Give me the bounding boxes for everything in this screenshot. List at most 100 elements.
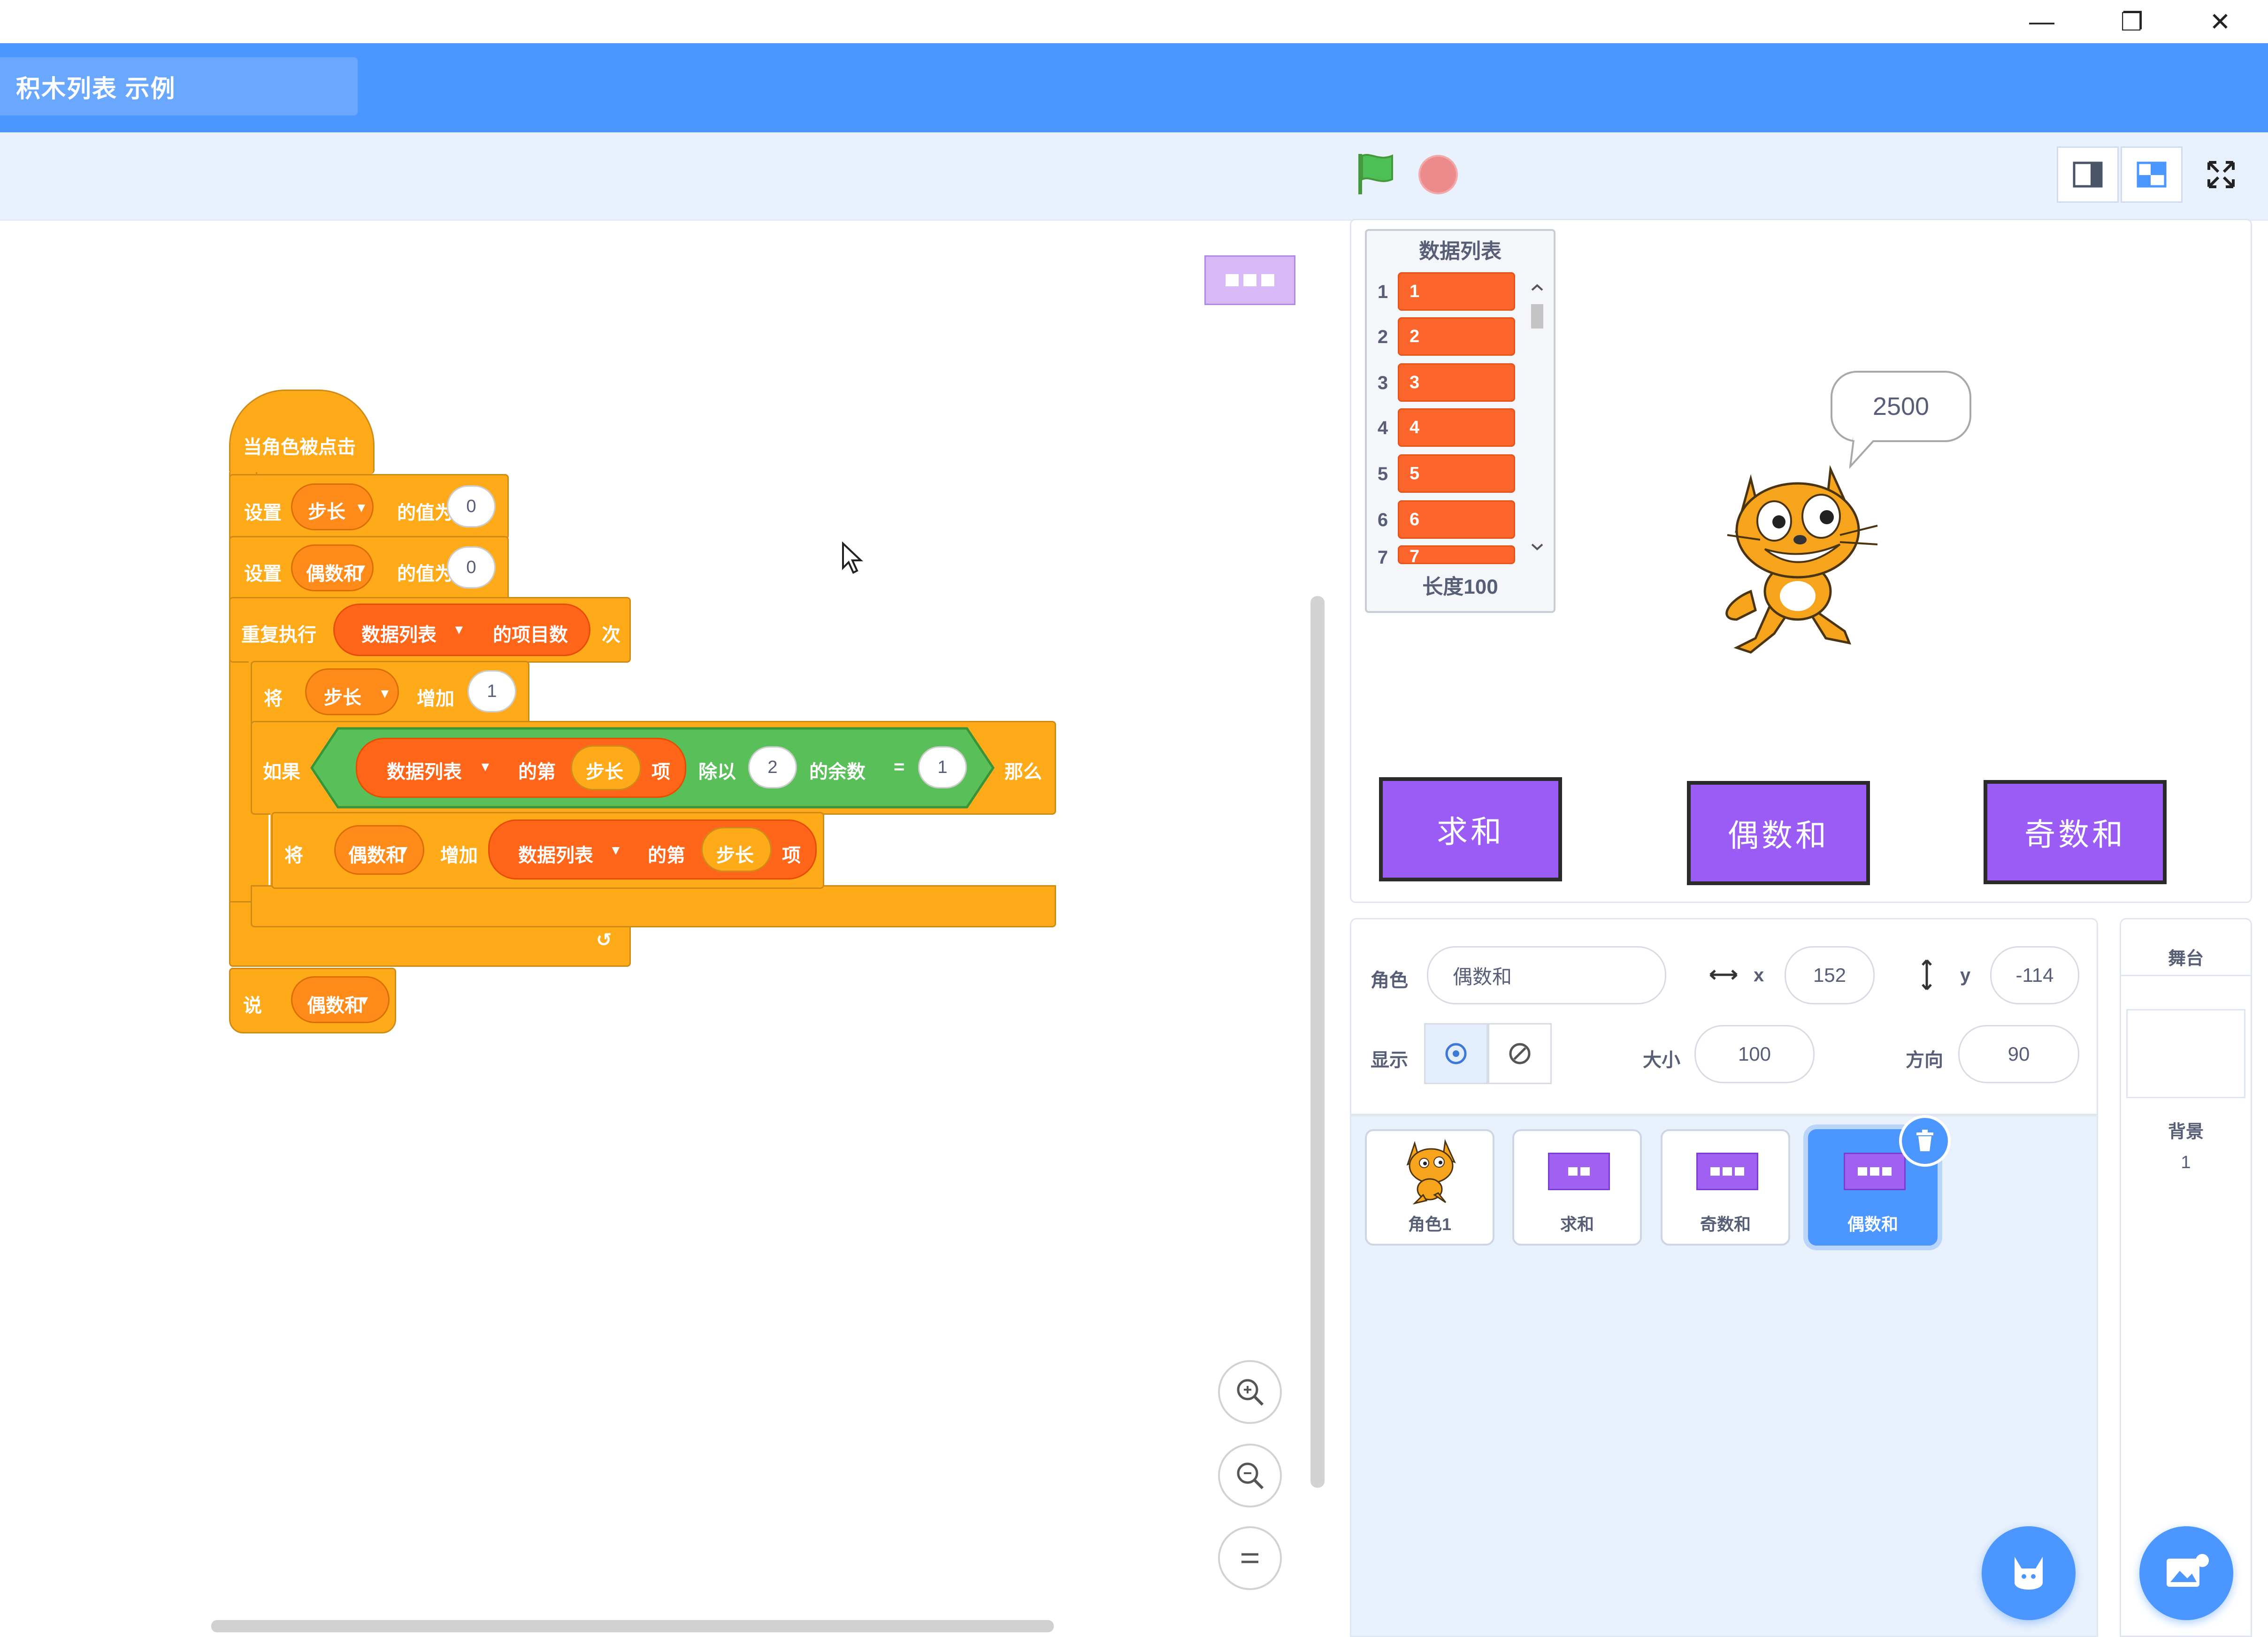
direction-input[interactable]: 90 [1958,1025,2079,1083]
zoom-in-button[interactable] [1218,1360,1282,1424]
change-step-label: 将 [264,688,283,709]
list-item[interactable]: 3 [1398,363,1515,402]
inc-list-name: 数据列表 [518,845,593,866]
if-item-end: 项 [651,762,670,782]
fullscreen-button[interactable] [2190,146,2252,203]
speech-bubble: 2500 [1831,371,1971,442]
list-item[interactable]: 2 [1398,317,1515,356]
cat-icon [1406,1139,1456,1204]
say-var-name: 偶数和 [307,995,363,1016]
inc-item-label: 的第 [648,845,685,866]
sprite-card-1[interactable]: 角色1 [1365,1129,1494,1246]
set-evensum-label: 设置 [244,564,282,584]
sprite-name-input[interactable]: 偶数和 [1427,946,1666,1004]
even-sum-button[interactable]: 偶数和 [1687,781,1870,885]
y-input[interactable]: -114 [1990,946,2079,1004]
if-item-label: 的第 [518,762,556,782]
y-label: y [1960,965,1971,986]
sprite-card-name: 奇数和 [1700,1215,1751,1234]
repeat-label: 重复执行 [241,625,316,645]
x-arrows-icon [1709,970,1738,980]
large-stage-button[interactable] [2121,146,2183,203]
zoom-reset-button[interactable] [1218,1526,1282,1590]
zoom-out-button[interactable] [1218,1444,1282,1507]
loop-arrow-icon: ↺ [596,930,612,950]
set-step-var-name: 步长 [308,502,345,522]
set-evensum-to-label: 的值为 [397,564,453,584]
zoom-in-icon [1237,1379,1264,1406]
set-step-label: 设置 [244,503,282,523]
if-step-var-name: 步长 [586,762,623,782]
change-evensum-var-name: 偶数和 [348,845,405,866]
cat-sprite-icon[interactable] [1709,460,1896,657]
odd-sum-button[interactable]: 奇数和 [1984,780,2167,884]
x-input[interactable]: 152 [1785,946,1875,1004]
minimize-button[interactable]: — [2023,5,2061,38]
delete-sprite-button[interactable] [1899,1115,1951,1167]
mod-value-input[interactable]: 2 [748,746,797,788]
sum-button[interactable]: 求和 [1379,777,1562,881]
code-horizontal-scrollbar[interactable] [211,1620,1054,1632]
code-area[interactable] [0,221,1328,1637]
list-item[interactable]: 1 [1398,272,1515,311]
sprite-card-3[interactable]: 奇数和 [1661,1129,1790,1246]
mod-label: 除以 [698,762,736,782]
repeat-list-name: 数据列表 [361,625,437,645]
show-sprite-toggle[interactable] [1424,1023,1488,1084]
repeat-list-suffix: 的项目数 [493,625,568,645]
say-label: 说 [243,995,262,1016]
close-window-button[interactable]: ✕ [2201,5,2239,38]
maximize-icon: ❐ [2120,8,2144,36]
hat-block-label: 当角色被点击 [243,437,356,458]
set-step-to-label: 的值为 [397,503,453,523]
project-title[interactable]: 积木列表 示例 [0,57,358,115]
fullscreen-icon [2207,161,2235,188]
large-stage-icon [2137,161,2167,188]
if-label: 如果 [263,762,300,782]
choose-backdrop-button[interactable] [2139,1526,2233,1620]
hide-sprite-toggle[interactable] [1488,1023,1552,1084]
choose-sprite-button[interactable] [1982,1526,2076,1620]
list-length-label: 长度100 [1422,575,1498,598]
small-stage-button[interactable] [2057,146,2119,203]
list-index: 6 [1377,510,1388,530]
size-input[interactable]: 100 [1694,1025,1815,1083]
eye-hidden-icon [1509,1043,1531,1064]
list-index: 7 [1377,549,1388,566]
window-titlebar [0,0,2268,43]
if-block-footer [251,885,1056,927]
inc-item-end: 项 [782,845,801,866]
equals-icon [1241,1553,1258,1563]
list-item[interactable]: 6 [1398,500,1515,539]
list-scrollbar[interactable] [1526,282,1548,554]
stage-thumbnail[interactable] [2126,1009,2245,1098]
set-evensum-value-input[interactable]: 0 [447,546,496,589]
direction-label: 方向 [1906,1050,1943,1071]
sprite-card-name: 求和 [1560,1215,1594,1234]
stop-button[interactable] [1418,155,1458,194]
button-sprite-icon [1696,1153,1758,1190]
chevron-down-icon: ▼ [358,993,371,1008]
list-monitor-title: 数据列表 [1419,240,1502,263]
if-list-name: 数据列表 [387,762,462,782]
list-index: 4 [1377,418,1388,438]
code-vertical-scrollbar[interactable] [1310,596,1325,1488]
maximize-button[interactable]: ❐ [2113,5,2151,38]
small-stage-icon [2073,161,2103,188]
change-step-value-input[interactable]: 1 [467,670,516,712]
eye-icon [1445,1043,1467,1064]
list-item[interactable]: 5 [1398,454,1515,493]
sprite-card-2[interactable]: 求和 [1512,1129,1642,1246]
backdrop-add-icon [2167,1554,2209,1587]
list-item[interactable]: 7 [1398,545,1515,564]
zoom-out-icon [1237,1462,1264,1490]
green-flag-button[interactable] [1352,150,1399,197]
current-sprite-thumbnail [1204,255,1295,305]
y-arrows-icon [1922,959,1932,990]
equals-value-input[interactable]: 1 [918,746,967,788]
set-step-value-input[interactable]: 0 [447,485,496,528]
list-item[interactable]: 4 [1398,408,1515,447]
cat-add-icon [2015,1557,2043,1590]
mouse-cursor-icon [841,541,865,577]
chevron-down-icon: ▼ [452,622,466,637]
